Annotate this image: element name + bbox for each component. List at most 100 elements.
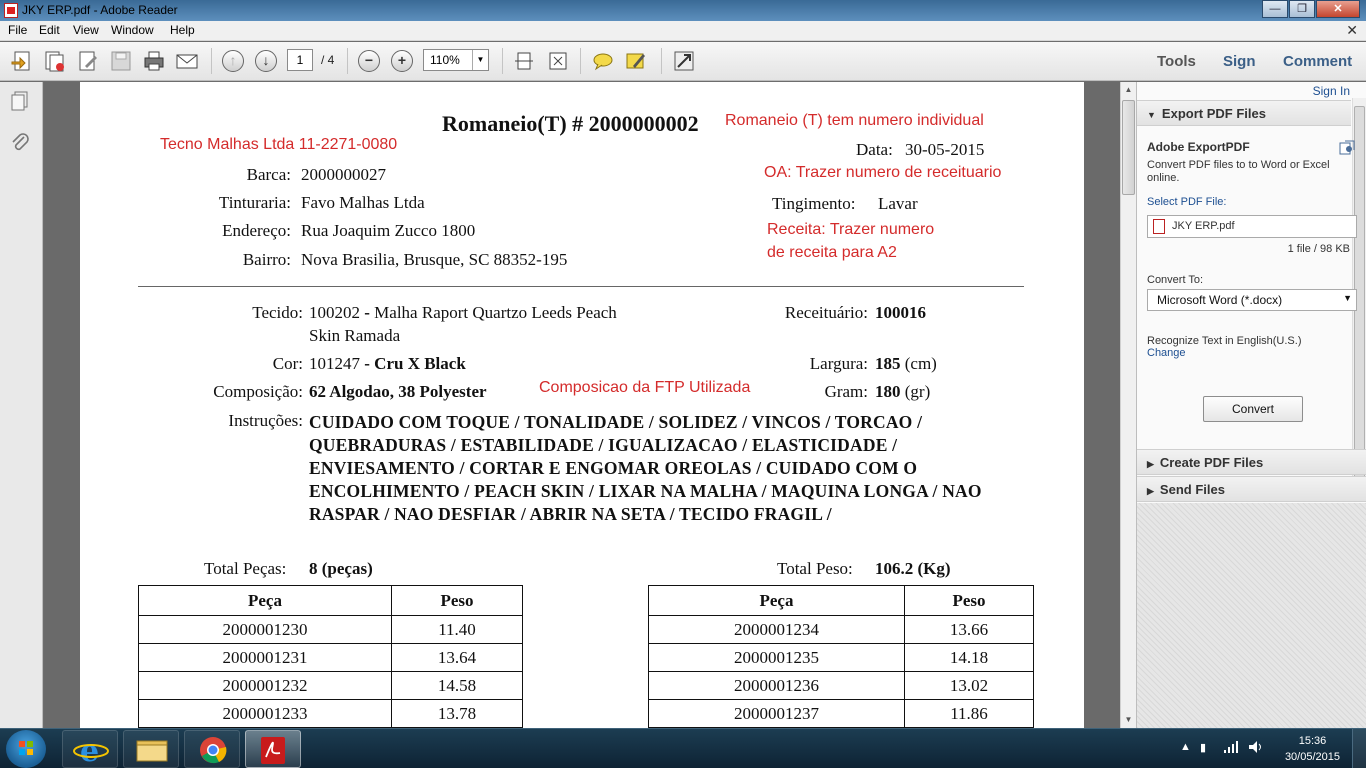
tecido-label: Tecido: (252, 303, 303, 322)
gram-label: Gram: (824, 382, 868, 401)
service-name: Adobe ExportPDF (1147, 140, 1250, 154)
table-row: 2000001236 13.02 (648, 671, 1034, 700)
comment-link[interactable]: Comment (1283, 53, 1352, 70)
change-language-link[interactable]: Change (1147, 347, 1186, 359)
peso-cell: 13.66 (904, 615, 1034, 644)
edit-document-icon[interactable] (77, 50, 99, 72)
document-title: Romaneio(T) # 2000000002 (442, 111, 699, 136)
full-screen-icon[interactable] (673, 50, 695, 72)
convert-to-select[interactable]: Microsoft Word (*.docx) ▼ (1147, 289, 1357, 311)
show-hidden-icons[interactable]: ▲ (1180, 741, 1191, 753)
menu-file[interactable]: File (8, 23, 27, 37)
zoom-in-icon[interactable]: + (391, 50, 413, 72)
send-files-header[interactable]: ▶ Send Files (1137, 476, 1366, 502)
tingimento-label: Tingimento: (772, 194, 856, 213)
menu-edit[interactable]: Edit (39, 23, 60, 37)
fit-width-icon[interactable] (547, 50, 569, 72)
sign-link[interactable]: Sign (1223, 53, 1256, 70)
export-pdf-header[interactable]: ▼ Export PDF Files (1137, 100, 1351, 126)
previous-page-icon[interactable]: ↑ (222, 50, 244, 72)
adobe-reader-taskbar-button[interactable] (245, 730, 301, 768)
largura-unit: (cm) (900, 354, 937, 373)
zoom-select[interactable]: 110% ▼ (423, 49, 489, 71)
internet-explorer-taskbar-button[interactable]: e (62, 730, 118, 768)
annotation-oa: OA: Trazer numero de receituario (764, 164, 1002, 181)
page-thumbnails-icon[interactable] (9, 90, 31, 112)
close-button[interactable]: ✕ (1316, 0, 1360, 18)
cor-value: 101247 - Cru X Black (309, 354, 466, 374)
total-peso-label: Total Peso: (777, 559, 853, 578)
network-devices-icon[interactable]: ▮ (1200, 741, 1206, 754)
document-scrollbar[interactable]: ▲ ▼ (1120, 82, 1136, 728)
bairro-label: Bairro: (242, 250, 291, 269)
file-info: 1 file / 98 KB (1287, 243, 1350, 255)
largura-label: Largura: (809, 354, 868, 373)
separator (580, 48, 581, 74)
create-pdf-icon[interactable] (10, 50, 32, 72)
pieces-table-left: Peça Peso 2000001230 11.40 2000001231 13.6… (138, 585, 523, 728)
endereco-label: Endereço: (222, 221, 291, 240)
export-pdf-title: Export PDF Files (1161, 106, 1266, 121)
peso-cell: 13.78 (391, 699, 523, 728)
convert-to-label: Convert To: (1147, 274, 1204, 286)
table-row: 2000001233 13.78 (138, 699, 523, 728)
windows-explorer-taskbar-button[interactable] (123, 730, 179, 768)
maximize-button[interactable]: ❐ (1289, 0, 1315, 18)
scroll-up-icon[interactable]: ▲ (1121, 82, 1136, 98)
save-icon[interactable] (110, 50, 132, 72)
start-button[interactable] (6, 730, 46, 768)
tinturaria-value: Favo Malhas Ltda (301, 193, 425, 212)
close-document-icon[interactable]: ✕ (1346, 22, 1358, 39)
peca-cell: 2000001233 (138, 699, 392, 728)
scrollbar-thumb[interactable] (1122, 100, 1135, 195)
composicao-label: Composição: (213, 382, 303, 401)
combine-files-icon[interactable] (43, 50, 65, 72)
fit-page-icon[interactable] (513, 50, 535, 72)
table-header-row: Peça Peso (648, 585, 1034, 616)
peso-cell: 13.02 (904, 671, 1034, 700)
email-icon[interactable] (176, 50, 198, 72)
page-number-input[interactable]: 1 (287, 49, 313, 71)
create-pdf-header[interactable]: ▶ Create PDF Files (1137, 449, 1366, 475)
signal-icon[interactable] (1224, 741, 1238, 756)
tools-link[interactable]: Tools (1157, 53, 1196, 70)
taskbar: e ▲ ▮ 15:36 30/05/2015 (0, 728, 1366, 768)
highlight-icon[interactable] (625, 50, 647, 72)
system-clock[interactable]: 15:36 30/05/2015 (1285, 733, 1340, 765)
comment-icon[interactable] (592, 50, 614, 72)
show-desktop-button[interactable] (1352, 729, 1366, 768)
scroll-down-icon[interactable]: ▼ (1121, 712, 1136, 728)
minimize-button[interactable]: — (1262, 0, 1288, 18)
chevron-down-icon[interactable]: ▼ (472, 50, 488, 70)
volume-icon[interactable] (1248, 741, 1264, 756)
divider (138, 286, 1024, 287)
endereco-value: Rua Joaquim Zucco 1800 (301, 221, 476, 240)
navigation-pane (0, 82, 43, 728)
peca-cell: 2000001231 (138, 643, 392, 672)
menu-view[interactable]: View (73, 23, 99, 37)
recognize-text-label: Recognize Text in English(U.S.) (1147, 335, 1302, 347)
convert-button[interactable]: Convert (1203, 396, 1303, 422)
tecido-line-1: Malha Raport Quartzo Leeds Peach (374, 303, 617, 322)
window-controls: — ❐ ✕ (1261, 0, 1360, 18)
peca-cell: 2000001232 (138, 671, 392, 700)
print-icon[interactable] (143, 50, 165, 72)
convert-to-value: Microsoft Word (*.docx) (1157, 293, 1283, 307)
total-pecas-value: 8 (peças) (309, 559, 373, 578)
menu-help[interactable]: Help (170, 23, 195, 37)
attachments-icon[interactable] (9, 132, 31, 154)
peso-cell: 14.58 (391, 671, 523, 700)
chrome-taskbar-button[interactable] (184, 730, 240, 768)
document-viewport[interactable]: Romaneio(T) # 2000000002 Tecno Malhas Lt… (44, 82, 1120, 728)
largura-number: 185 (875, 354, 901, 373)
zoom-out-icon[interactable]: − (358, 50, 380, 72)
next-page-icon[interactable]: ↓ (255, 50, 277, 72)
column-header-peso: Peso (904, 585, 1034, 616)
tecido-sep: - (360, 303, 375, 322)
data-label: Data: (856, 140, 893, 159)
clock-date: 30/05/2015 (1284, 751, 1340, 763)
tools-pane: Sign In ▼ Export PDF Files Adobe ExportPD… (1136, 82, 1366, 728)
selected-file-field[interactable]: JKY ERP.pdf (1147, 215, 1357, 238)
menu-window[interactable]: Window (111, 23, 154, 37)
sign-in-link[interactable]: Sign In (1313, 84, 1350, 98)
